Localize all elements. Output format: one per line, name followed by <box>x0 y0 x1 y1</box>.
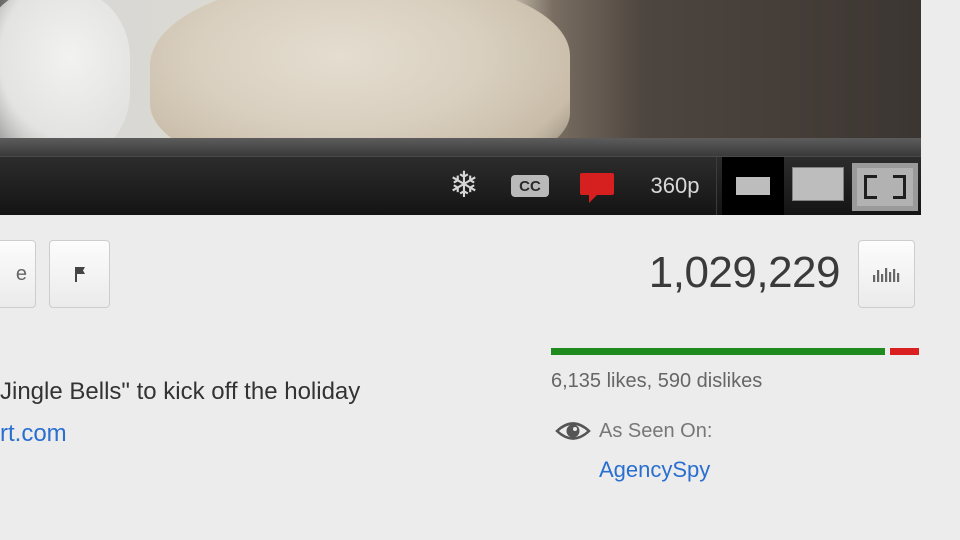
video-description: Jingle Bells" to kick off the holiday <box>0 378 361 405</box>
fullscreen-icon <box>857 168 913 206</box>
share-button[interactable]: e <box>0 240 36 308</box>
rating-bar-separator <box>884 348 890 355</box>
bar-chart-icon <box>872 268 899 282</box>
share-button-label: e <box>15 262 27 285</box>
flag-icon <box>74 267 85 282</box>
eye-icon <box>555 422 591 440</box>
video-progress-bar[interactable] <box>0 138 921 156</box>
speech-bubble-icon[interactable] <box>580 173 614 203</box>
rating-bar <box>551 348 919 355</box>
snowflake-icon[interactable]: ❄ <box>444 163 484 207</box>
likes-dislikes-text: 6,135 likes, 590 dislikes <box>551 370 763 392</box>
quality-button[interactable]: 360p <box>640 169 710 203</box>
video-frame[interactable] <box>0 0 921 138</box>
controls-divider <box>716 157 717 215</box>
view-count: 1,029,229 <box>648 248 841 297</box>
small-player-button[interactable] <box>722 157 784 215</box>
small-player-icon <box>736 177 770 195</box>
description-link[interactable]: rt.com <box>0 420 67 448</box>
player-controls: ❄ CC 360p <box>0 156 921 215</box>
as-seen-on-link[interactable]: AgencySpy <box>599 457 710 483</box>
captions-label: CC <box>519 177 541 195</box>
stats-button[interactable] <box>858 240 915 308</box>
as-seen-on-label: As Seen On: <box>599 420 713 442</box>
quality-label: 360p <box>650 173 700 198</box>
large-player-icon[interactable] <box>792 167 844 201</box>
captions-button[interactable]: CC <box>511 175 549 197</box>
video-content-white <box>0 0 130 138</box>
fullscreen-button[interactable] <box>852 163 918 211</box>
rating-bar-likes <box>551 348 887 355</box>
flag-button[interactable] <box>49 240 110 308</box>
video-content-fur <box>150 0 570 138</box>
